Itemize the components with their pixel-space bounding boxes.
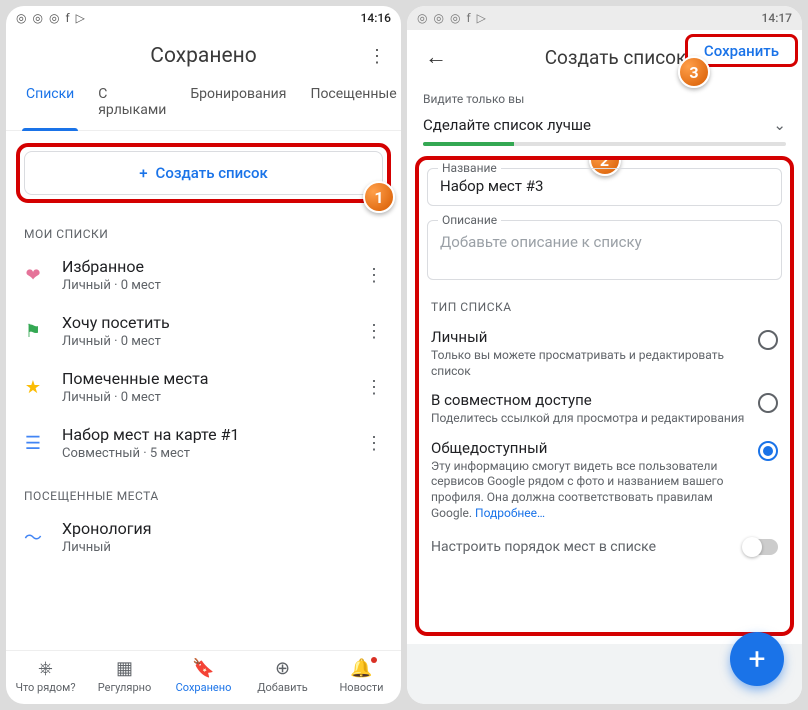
list-type-label: ТИП СПИСКА [427,294,782,322]
learn-more-link[interactable]: Подробнее… [475,506,545,520]
bell-icon: 🔔 [350,657,372,679]
radio-shared[interactable]: В совместном доступе Поделитесь ссылкой … [427,385,782,433]
radio-icon[interactable] [758,330,778,350]
callout-2: 2 Название Набор мест #3 Описание Добавь… [415,156,794,636]
tab-lists[interactable]: Списки [14,78,86,130]
page-title: Сохранено [42,44,365,68]
clock: 14:17 [762,11,792,25]
plus-circle-icon: ⊕ [275,657,290,679]
nav-updates[interactable]: 🔔 Новости [322,657,401,694]
star-icon: ★ [20,374,46,400]
list-item[interactable]: ❤ Избранное Личный · 0 мест ⋮ [6,247,401,303]
item-more-icon[interactable]: ⋮ [361,433,387,454]
step-badge-1: 1 [363,181,395,213]
create-list-label: Создать список [156,164,268,182]
item-more-icon[interactable]: ⋮ [361,377,387,398]
plus-icon: + [139,164,147,182]
phone-right: ◎ ◎ ◎ f ▷ 14:17 ← Создать список Сохрани… [407,6,802,704]
improve-list-row[interactable]: Сделайте список лучше ⌄ [407,110,802,142]
tab-visited[interactable]: Посещенные [298,78,401,130]
status-bar: ◎ ◎ ◎ f ▷ 14:16 [6,6,401,30]
header: ← Создать список Сохранить 3 [407,30,802,84]
description-input[interactable]: Добавьте описание к списку [440,229,769,251]
name-input[interactable]: Набор мест #3 [440,177,769,195]
page-title: Создать список [455,46,796,69]
back-button[interactable]: ← [417,40,455,74]
description-field[interactable]: Описание Добавьте описание к списку [427,220,782,280]
play-icon: ▷ [76,11,85,25]
radio-icon[interactable] [758,393,778,413]
list-item[interactable]: ⚑ Хочу посетить Личный · 0 мест ⋮ [6,303,401,359]
clock: 14:16 [361,11,391,25]
bookmark-icon: 🔖 [192,657,214,679]
radio-public[interactable]: Общедоступный Эту информацию смогут виде… [427,433,782,527]
instagram-icon: ◎ [417,11,427,25]
callout-1: + Создать список 1 [16,143,391,203]
tabs: Списки С ярлыками Бронирования Посещенны… [6,78,401,131]
tab-labeled[interactable]: С ярлыками [86,78,178,130]
visibility-hint: Видите только вы [407,84,802,110]
instagram-icon: ◎ [450,11,460,25]
progress-fill [423,142,514,146]
list-icon: ☰ [20,430,46,456]
header: Сохранено ⋮ [6,30,401,78]
radio-icon[interactable] [758,441,778,461]
tab-reservations[interactable]: Бронирования [178,78,298,130]
notification-dot [371,657,377,663]
status-bar: ◎ ◎ ◎ f ▷ 14:17 [407,6,802,30]
status-icons: ◎ ◎ ◎ f ▷ [16,11,85,25]
phone-left: ◎ ◎ ◎ f ▷ 14:16 Сохранено ⋮ Списки С ярл… [6,6,401,704]
chevron-down-icon: ⌄ [773,116,786,134]
nav-saved[interactable]: 🔖 Сохранено [164,657,243,694]
list-item[interactable]: 〜 Хронология Личный [6,509,401,565]
instagram-icon: ◎ [49,11,59,25]
order-toggle-row[interactable]: Настроить порядок мест в списке [427,527,782,561]
timeline-icon: 〜 [20,524,46,550]
item-more-icon[interactable]: ⋮ [361,265,387,286]
progress-bar [423,142,786,146]
fab-add-button[interactable]: + [730,632,784,686]
instagram-icon: ◎ [32,11,42,25]
my-lists-label: МОИ СПИСКИ [6,209,401,247]
list-item[interactable]: ★ Помеченные места Личный · 0 мест ⋮ [6,359,401,415]
nav-contribute[interactable]: ⊕ Добавить [243,657,322,694]
more-menu-icon[interactable]: ⋮ [365,46,389,67]
nav-commute[interactable]: ▦ Регулярно [85,657,164,694]
create-list-button[interactable]: + Создать список [24,151,383,195]
play-icon: ▷ [477,11,486,25]
radio-private[interactable]: Личный Только вы можете просматривать и … [427,322,782,385]
toggle-switch[interactable] [744,539,778,555]
instagram-icon: ◎ [433,11,443,25]
pin-icon: ⎈ [38,657,52,679]
flag-icon: ⚑ [20,318,46,344]
facebook-icon: f [466,11,470,25]
list-item[interactable]: ☰ Набор мест на карте #1 Совместный · 5 … [6,415,401,471]
visited-label: ПОСЕЩЕННЫЕ МЕСТА [6,471,401,509]
item-more-icon[interactable]: ⋮ [361,321,387,342]
bottom-nav: ⎈ Что рядом? ▦ Регулярно 🔖 Сохранено ⊕ Д… [6,650,401,704]
grid-icon: ▦ [116,657,133,679]
nav-nearby[interactable]: ⎈ Что рядом? [6,657,85,694]
instagram-icon: ◎ [16,11,26,25]
name-field[interactable]: Название Набор мест #3 [427,168,782,206]
facebook-icon: f [65,11,69,25]
heart-icon: ❤ [20,262,46,288]
status-icons: ◎ ◎ ◎ f ▷ [417,11,486,25]
